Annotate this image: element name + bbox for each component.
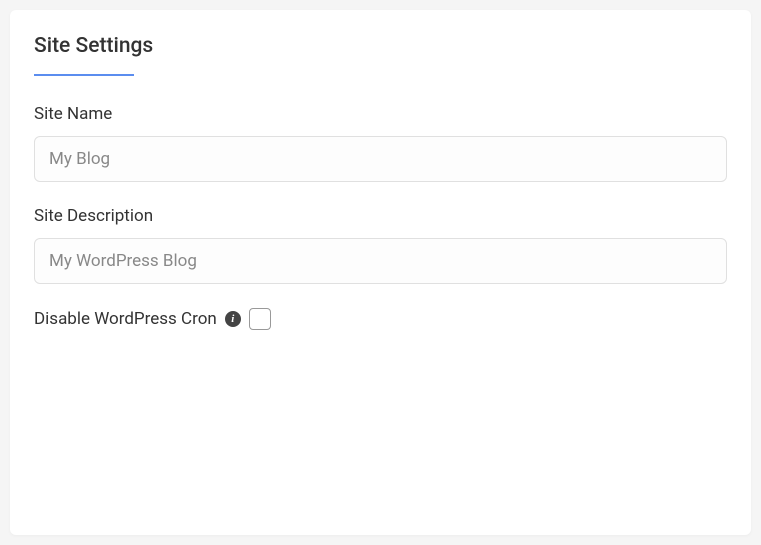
disable-cron-row: Disable WordPress Cron i bbox=[34, 308, 727, 330]
site-name-input[interactable] bbox=[34, 136, 727, 182]
disable-cron-checkbox[interactable] bbox=[249, 308, 271, 330]
site-description-label: Site Description bbox=[34, 206, 727, 226]
title-wrapper: Site Settings bbox=[34, 34, 727, 76]
page-title: Site Settings bbox=[34, 34, 153, 68]
site-description-input[interactable] bbox=[34, 238, 727, 284]
site-name-group: Site Name bbox=[34, 104, 727, 182]
site-name-label: Site Name bbox=[34, 104, 727, 124]
disable-cron-label: Disable WordPress Cron bbox=[34, 309, 217, 329]
site-description-group: Site Description bbox=[34, 206, 727, 284]
title-underline bbox=[34, 74, 134, 76]
info-icon[interactable]: i bbox=[225, 311, 241, 327]
site-settings-card: Site Settings Site Name Site Description… bbox=[10, 10, 751, 535]
